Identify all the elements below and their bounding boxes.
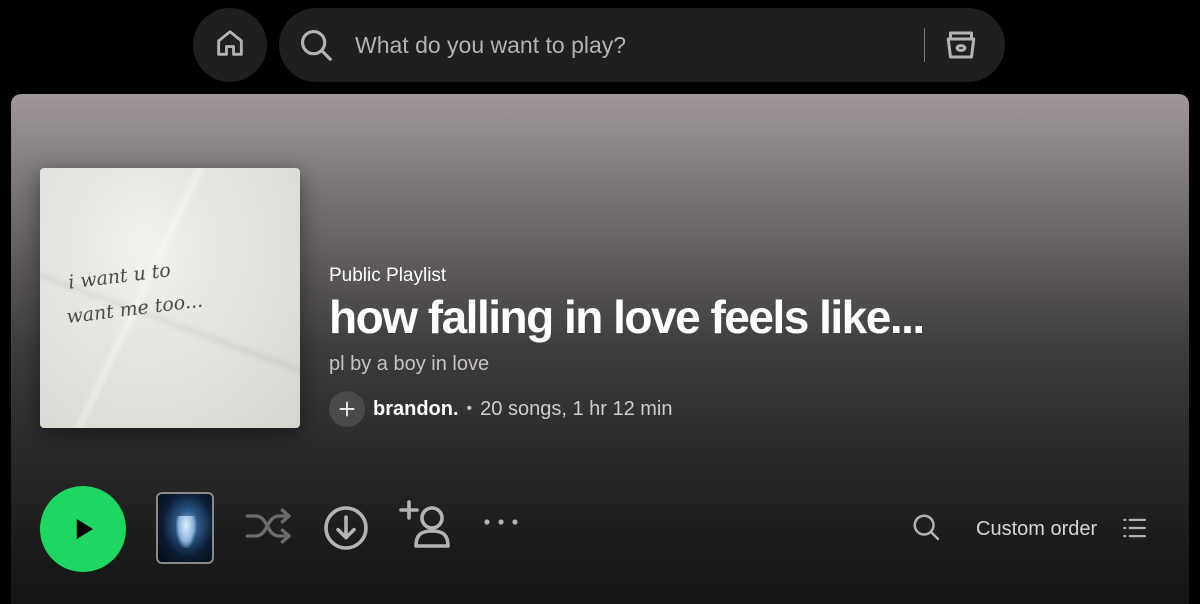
more-icon: [484, 519, 518, 525]
download-button[interactable]: [322, 504, 370, 552]
separator-dot: •: [466, 400, 473, 417]
download-icon: [324, 506, 368, 550]
search-icon: [913, 514, 940, 541]
playlist-title: how falling in love feels like...: [329, 291, 925, 343]
search-in-playlist-button[interactable]: [911, 512, 941, 542]
playlist-owner-row: brandon. • 20 songs, 1 hr 12 min: [329, 391, 673, 427]
home-button[interactable]: [193, 8, 267, 82]
plus-icon: [339, 401, 355, 417]
sort-order-label[interactable]: Custom order: [976, 518, 1097, 541]
play-icon: [76, 519, 93, 539]
thumbnail-figure: [176, 516, 196, 548]
playlist-type: Public Playlist: [329, 265, 447, 286]
more-options-button[interactable]: [481, 512, 523, 532]
invite-collaborator-button[interactable]: [399, 500, 455, 550]
search-input[interactable]: [355, 31, 924, 59]
play-button[interactable]: [40, 486, 126, 572]
search-bar[interactable]: [279, 8, 1005, 82]
playlist-header: i want u to want me too... Public Playli…: [11, 94, 1189, 456]
playlist-description: pl by a boy in love: [329, 353, 490, 375]
owner-avatar[interactable]: [329, 391, 365, 427]
home-icon: [213, 26, 247, 65]
playlist-stats: 20 songs, 1 hr 12 min: [480, 397, 673, 420]
add-user-icon: [399, 500, 450, 548]
owner-name-link[interactable]: brandon.: [373, 398, 459, 421]
search-divider: [924, 28, 925, 62]
shuffle-icon: [245, 508, 291, 544]
search-icon: [297, 26, 335, 64]
playlist-cover[interactable]: i want u to want me too...: [40, 168, 300, 428]
list-icon: [1123, 518, 1146, 538]
preview-cover-thumbnail[interactable]: [156, 492, 214, 564]
playlist-panel: i want u to want me too... Public Playli…: [11, 94, 1189, 604]
shuffle-button[interactable]: [244, 506, 294, 546]
list-view-button[interactable]: [1121, 515, 1147, 541]
browse-icon[interactable]: [943, 27, 979, 63]
